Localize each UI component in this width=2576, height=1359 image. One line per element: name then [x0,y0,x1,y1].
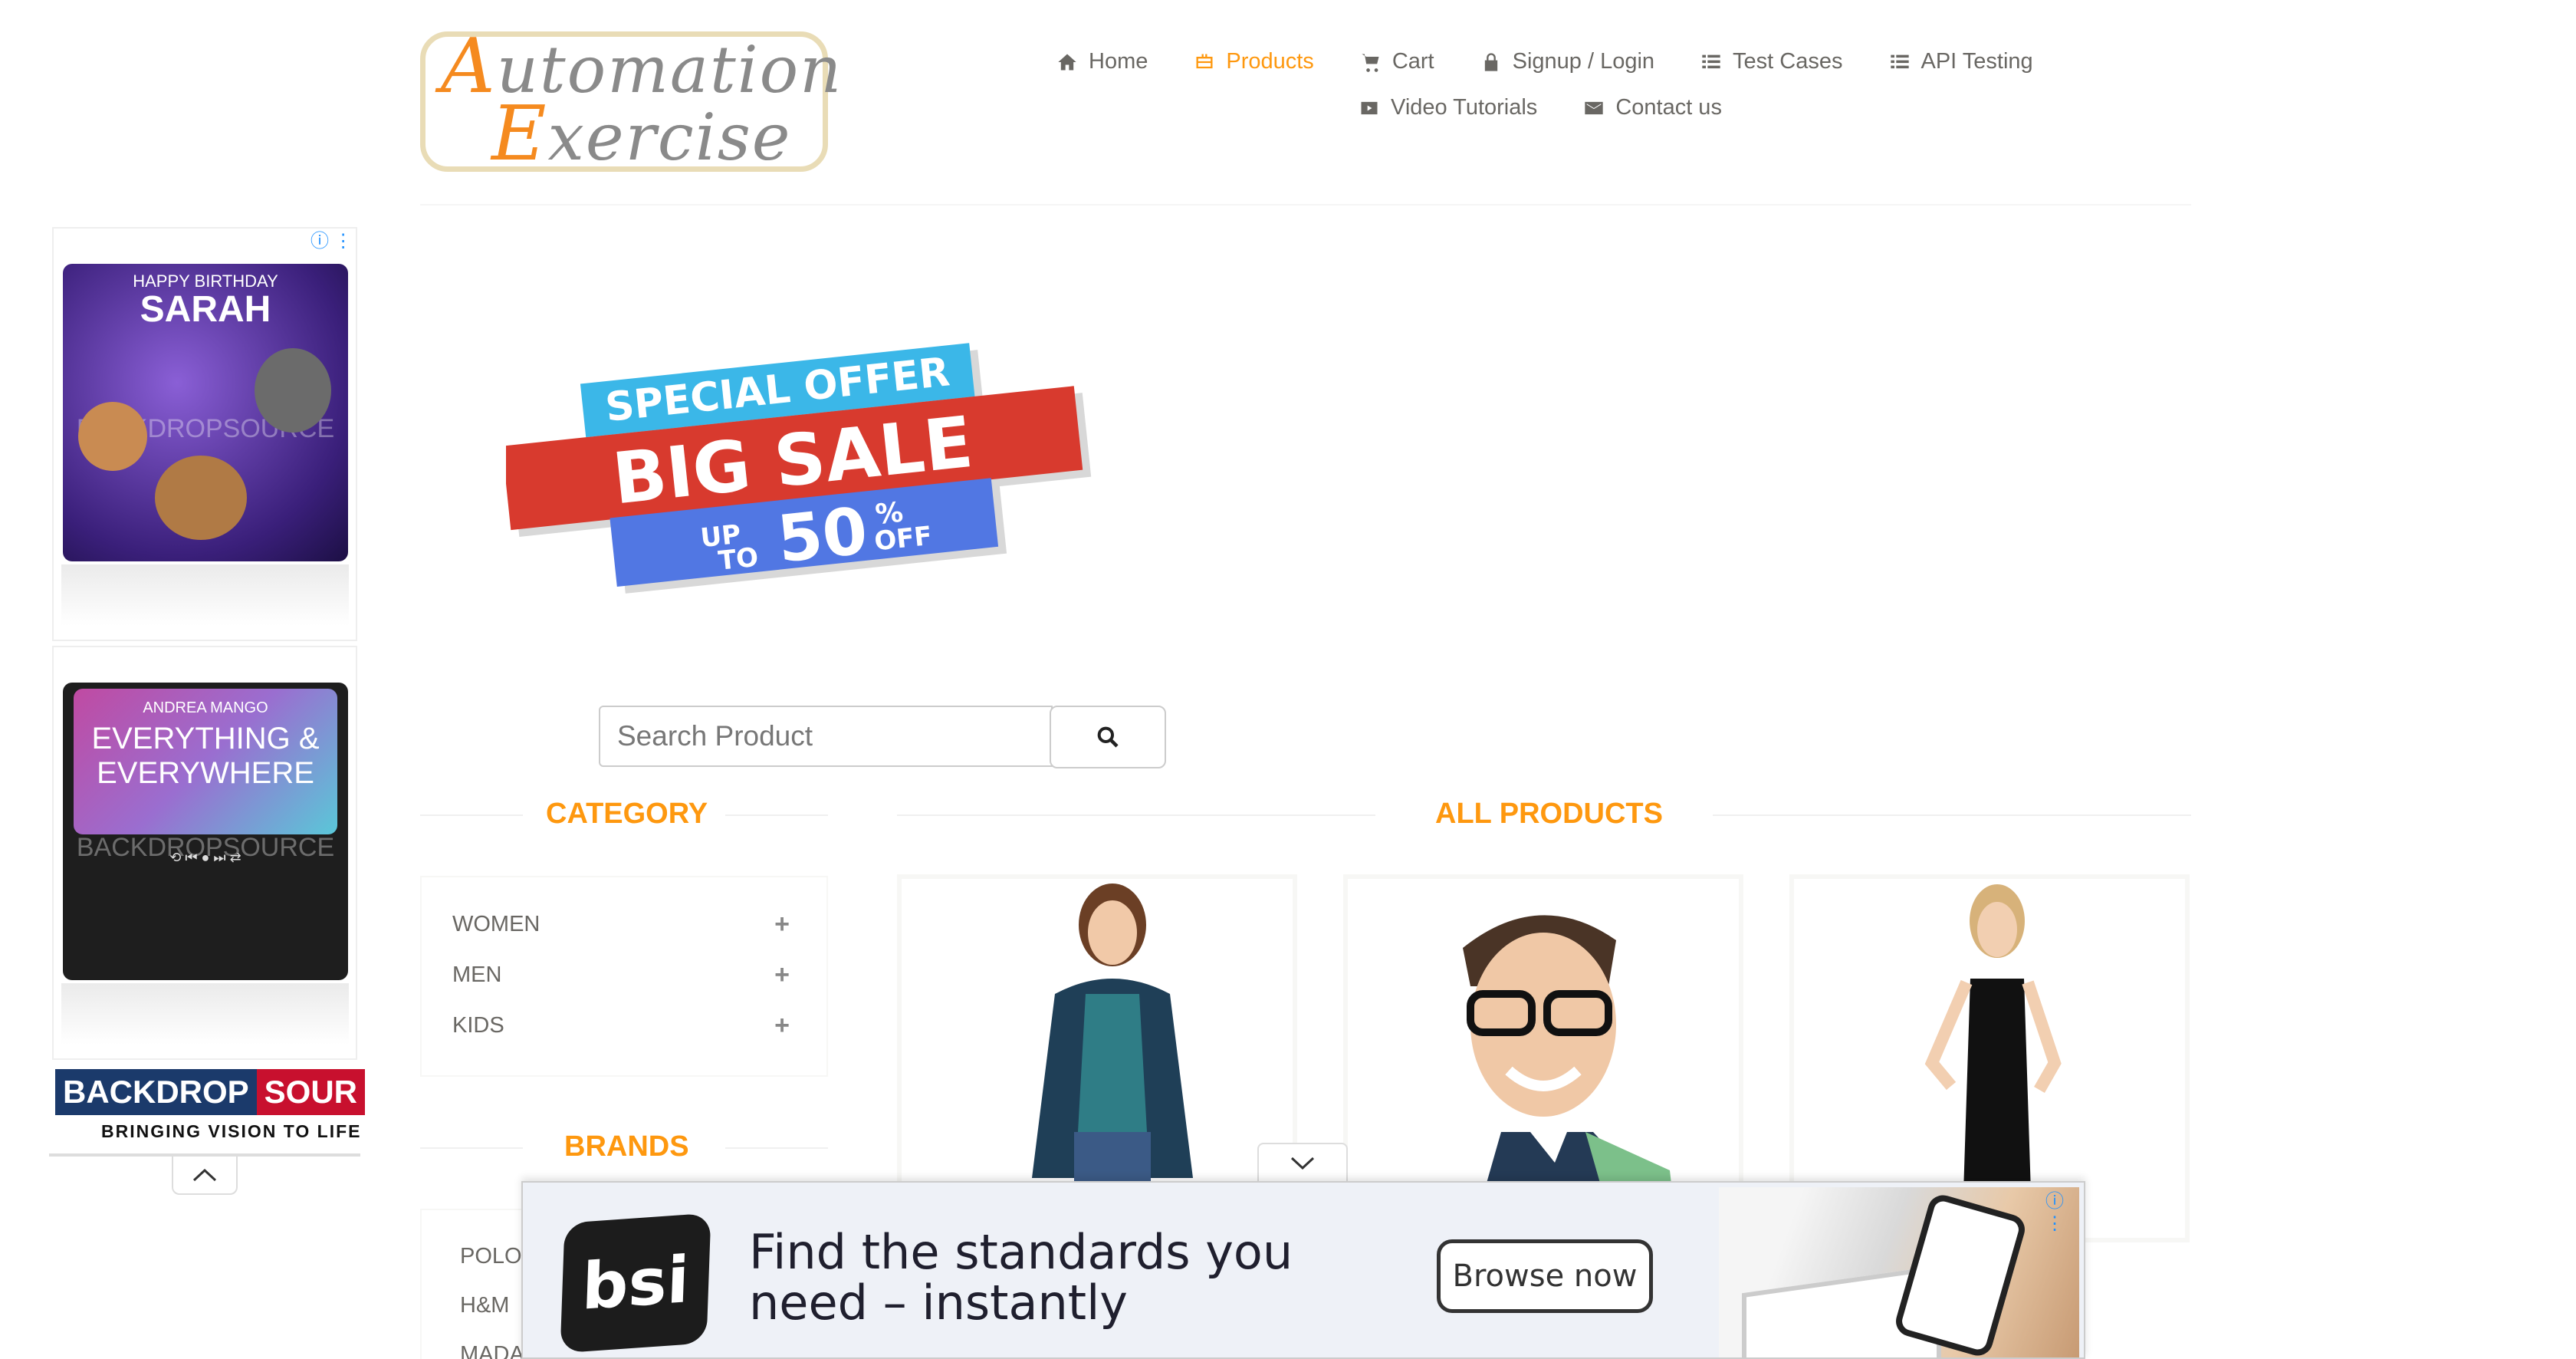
title-line [897,814,1375,816]
plus-icon[interactable]: + [774,910,790,939]
banner-to-text: TO [717,542,760,577]
ad-collapse-button[interactable] [172,1157,238,1195]
list-icon [1890,54,1909,68]
brands-title: Brands [564,1130,689,1163]
cart-icon [1362,54,1379,72]
brand-item[interactable]: POLO [460,1244,522,1269]
nav-video-tutorials[interactable]: Video Tutorials [1359,95,1537,120]
ad2-small-text: ANDREA MANGO [143,699,268,716]
nav-cart[interactable]: Cart [1360,49,1434,74]
all-products-title: All Products [1435,798,1663,830]
ad2-big-text-1: EVERYTHING & [91,722,320,755]
title-line [1713,814,2191,816]
backdrop-brand-logo[interactable]: BACKDROP SOUR [55,1069,366,1115]
header-divider [420,204,2191,206]
sale-banner: SPECIAL OFFER BIG SALE UP TO 50 % OFF [506,343,1092,594]
youtube-icon [1361,101,1378,114]
cat-illustration [155,456,247,540]
side-ad-image-concert[interactable]: ANDREA MANGO EVERYTHING & EVERYWHERE ⟲ ⏮… [63,683,348,980]
logo-line-2: Exercise [491,90,792,178]
ad-reflection [61,564,349,626]
side-ad-image-birthday[interactable]: HAPPY BIRTHDAY SARAH BACKDROPSOURCE [63,264,348,561]
cat-illustration [255,348,331,433]
bsi-logo: bsi [560,1213,711,1354]
brand-item[interactable]: MADA [460,1342,524,1359]
brand-item[interactable]: H&M [460,1293,509,1318]
category-women[interactable]: WOMEN + [452,910,790,939]
ad2-screen: ANDREA MANGO EVERYTHING & EVERYWHERE [74,689,337,834]
nav-home[interactable]: Home [1056,49,1148,74]
title-line [725,814,828,816]
ad2-watermark: BACKDROPSOURCE [76,833,335,862]
search-product-input[interactable] [599,706,1053,767]
home-icon [1058,54,1076,70]
main-nav: Home Products Cart Signup / Login Test C… [1056,49,2079,74]
nav-contact-us[interactable]: Contact us [1583,95,1722,120]
ad-info-icon[interactable]: ⓘ ⋮ [310,225,353,252]
bottom-ad-collapse-button[interactable] [1257,1143,1348,1181]
browse-now-button[interactable]: Browse now [1437,1239,1653,1313]
plus-icon[interactable]: + [774,960,790,990]
list-icon [1702,54,1720,68]
banner-off-text: OFF [872,521,933,558]
category-kids[interactable]: KIDS + [452,1011,790,1041]
site-logo[interactable]: Automation Exercise [420,29,841,178]
chevron-down-icon [1290,1157,1315,1170]
category-title: Category [546,798,708,830]
brand-tagline: BRINGING VISION TO LIFE [101,1121,362,1141]
plus-icon[interactable]: + [774,1011,790,1041]
nav-test-cases[interactable]: Test Cases [1700,49,1843,74]
search-icon [1097,726,1119,748]
ad1-big-text: SARAH [140,289,271,330]
phone-illustration [1892,1191,2029,1357]
category-men[interactable]: MEN + [452,960,790,990]
banner-percent-number: 50 [774,493,871,577]
products-icon [1196,54,1213,68]
nav-signup-login[interactable]: Signup / Login [1480,49,1654,74]
title-line [420,1147,523,1149]
nav-api-testing[interactable]: API Testing [1889,49,2033,74]
title-line [420,814,523,816]
chevron-up-icon [192,1168,217,1182]
lock-icon [1484,52,1497,71]
ad2-big-text-2: EVERYWHERE [97,756,314,790]
title-line [725,1147,828,1149]
bottom-banner-ad[interactable]: bsi Find the standards you need – instan… [521,1181,2085,1359]
nav-products[interactable]: Products [1194,49,1314,74]
search-button[interactable] [1050,706,1166,768]
ad-info-icon[interactable]: ⓘ ⋮ [2045,1186,2084,1235]
ad-reflection [61,983,349,1045]
secondary-nav: Video Tutorials Contact us [1359,95,1768,120]
cat-illustration [78,402,147,471]
envelope-icon [1585,101,1603,114]
bottom-ad-headline: Find the standards you need – instantly [749,1224,1293,1331]
bottom-ad-devices-image [1719,1187,2079,1357]
